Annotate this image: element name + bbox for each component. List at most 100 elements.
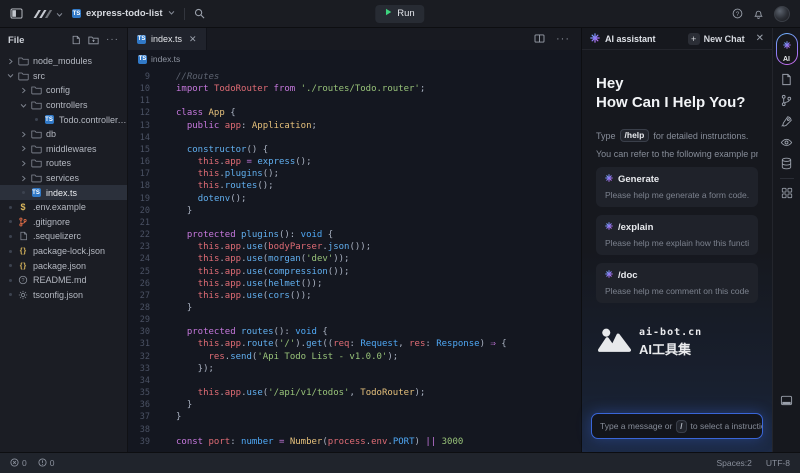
split-editor-icon[interactable] (534, 30, 545, 48)
tree-item-README.md[interactable]: ?README.md (0, 273, 127, 288)
more-icon[interactable]: ··· (106, 37, 119, 43)
more-icon[interactable]: ··· (556, 37, 570, 41)
code-line[interactable]: 36 } (128, 399, 581, 411)
code-line[interactable]: 37} (128, 411, 581, 423)
code-line[interactable]: 15 constructor() { (128, 144, 581, 156)
code-line[interactable]: 29 (128, 314, 581, 326)
tree-item-label: routes (46, 158, 71, 168)
code-line[interactable]: 20 } (128, 205, 581, 217)
tree-item-index.ts[interactable]: TSindex.ts (0, 185, 127, 200)
code-line[interactable]: 12class App { (128, 107, 581, 119)
tree-item-db[interactable]: db (0, 127, 127, 142)
code-line[interactable]: 23 this.app.use(bodyParser.json()); (128, 241, 581, 253)
tree-item-services[interactable]: services (0, 171, 127, 186)
sparkle-icon (783, 36, 791, 54)
panel-toggle-icon[interactable] (780, 394, 793, 407)
code-line[interactable]: 13 public app: Application; (128, 120, 581, 132)
bell-icon[interactable] (753, 8, 764, 19)
error-count[interactable]: 0 (10, 458, 27, 469)
tree-item-.env.example[interactable]: $.env.example (0, 200, 127, 215)
prompt-card-Generate[interactable]: GeneratePlease help me generate a form c… (596, 167, 758, 207)
sparkle-icon (605, 174, 613, 185)
close-icon[interactable]: ✕ (756, 33, 764, 44)
tab-index-ts[interactable]: TS index.ts ✕ (128, 28, 207, 50)
close-icon[interactable]: ✕ (189, 34, 197, 45)
chat-input[interactable]: Type a message or / to select a instruct… (591, 413, 763, 439)
tree-item-package-lock.json[interactable]: { }package-lock.json (0, 244, 127, 259)
help-command[interactable]: /help (620, 129, 650, 142)
code-line[interactable]: 39const port: number = Number(process.en… (128, 436, 581, 448)
prompt-card-doc[interactable]: /docPlease help me comment on this code. (596, 263, 758, 303)
new-file-icon[interactable] (71, 35, 81, 45)
encoding-setting[interactable]: UTF-8 (766, 458, 790, 468)
ai-greeting: Hey How Can I Help You? (596, 74, 758, 112)
code-line[interactable]: 25 this.app.use(compression()); (128, 266, 581, 278)
tree-item-.gitignore[interactable]: .gitignore (0, 215, 127, 230)
document-icon[interactable] (780, 73, 793, 86)
code-line[interactable]: 33 }); (128, 363, 581, 375)
code-line[interactable]: 27 this.app.use(cors()); (128, 290, 581, 302)
prompt-card-explain[interactable]: /explainPlease help me explain how this … (596, 215, 758, 255)
project-switcher[interactable]: TS express-todo-list (72, 8, 175, 19)
preview-icon[interactable] (780, 136, 793, 149)
search-icon[interactable] (194, 8, 205, 19)
file-dot (5, 264, 16, 267)
chevron-down-icon (5, 72, 16, 79)
indentation-setting[interactable]: Spaces:2 (716, 458, 751, 468)
help-icon[interactable]: ? (732, 8, 743, 19)
ai-badge[interactable]: AI (776, 33, 798, 65)
ai-badge-label: AI (783, 56, 790, 63)
code-text: } (176, 399, 192, 411)
tree-item-middlewares[interactable]: middlewares (0, 142, 127, 157)
app-menu[interactable] (32, 5, 63, 23)
code-line[interactable]: 14 (128, 132, 581, 144)
code-line[interactable]: 30 protected routes(): void { (128, 326, 581, 338)
code-line[interactable]: 10import TodoRouter from './routes/Todo.… (128, 83, 581, 95)
line-number: 20 (128, 205, 150, 217)
new-chat-button[interactable]: + New Chat (688, 33, 745, 45)
code-line[interactable]: 22 protected plugins(): void { (128, 229, 581, 241)
code-line[interactable]: 31 this.app.route('/').get((req: Request… (128, 338, 581, 350)
tree-item-routes[interactable]: routes (0, 156, 127, 171)
code-line[interactable]: 16 this.app = express(); (128, 156, 581, 168)
file-dot (5, 250, 16, 253)
database-icon[interactable] (780, 157, 793, 170)
run-button[interactable]: Run (375, 5, 424, 23)
code-line[interactable]: 9//Routes (128, 71, 581, 83)
warning-count[interactable]: 0 (38, 458, 55, 469)
tree-item-label: Todo.controller.ts (59, 115, 127, 125)
code-line[interactable]: 24 this.app.use(morgan('dev')); (128, 253, 581, 265)
code-line[interactable]: 18 this.routes(); (128, 180, 581, 192)
code-line[interactable]: 21 (128, 217, 581, 229)
tree-item-.sequelizerc[interactable]: .sequelizerc (0, 229, 127, 244)
code-line[interactable]: 19 dotenv(); (128, 193, 581, 205)
tree-item-package.json[interactable]: { }package.json (0, 258, 127, 273)
code-line[interactable]: 34 (128, 375, 581, 387)
tree-item-tsconfig.json[interactable]: tsconfig.json (0, 288, 127, 303)
grid-icon[interactable] (781, 187, 793, 199)
code-line[interactable]: 35 this.app.use('/api/v1/todos', TodoRou… (128, 387, 581, 399)
rocket-icon[interactable] (780, 115, 793, 128)
tree-item-config[interactable]: config (0, 83, 127, 98)
tree-item-controllers[interactable]: controllers (0, 98, 127, 113)
new-folder-icon[interactable] (88, 35, 99, 45)
ts-icon: TS (42, 115, 56, 124)
code-line[interactable]: 26 this.app.use(helmet()); (128, 278, 581, 290)
line-number: 11 (128, 95, 150, 107)
avatar[interactable] (774, 6, 790, 22)
breadcrumb[interactable]: TS index.ts (128, 50, 581, 68)
line-number: 25 (128, 266, 150, 278)
git-branch-icon[interactable] (780, 94, 793, 107)
tree-item-src[interactable]: src (0, 69, 127, 84)
line-number: 18 (128, 180, 150, 192)
code-line[interactable]: 38 (128, 424, 581, 436)
tree-item-node_modules[interactable]: node_modules (0, 54, 127, 69)
code-area[interactable]: 9//Routes10import TodoRouter from './rou… (128, 68, 581, 452)
code-line[interactable]: 11 (128, 95, 581, 107)
tree-item-Todo.controller.ts[interactable]: TSTodo.controller.ts (0, 112, 127, 127)
code-line[interactable]: 17 this.plugins(); (128, 168, 581, 180)
sidebar-toggle-icon[interactable] (10, 8, 23, 19)
code-line[interactable]: 32 res.send('Api Todo List - v1.0.0'); (128, 351, 581, 363)
code-line[interactable]: 28 } (128, 302, 581, 314)
file-tree: node_modulessrcconfigcontrollersTSTodo.c… (0, 52, 127, 452)
